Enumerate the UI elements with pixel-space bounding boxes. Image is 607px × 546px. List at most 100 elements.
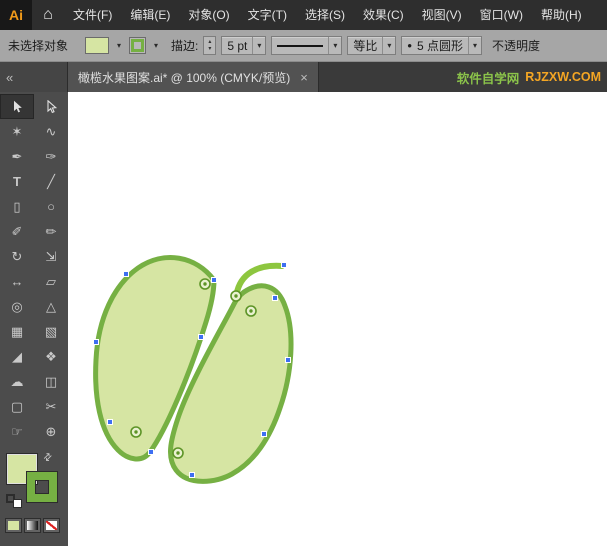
width-profile-chevron-icon[interactable]: ▾ — [382, 37, 395, 54]
anchor-dot — [134, 430, 137, 433]
promo-text: 软件自学网 RJZXW.COM — [457, 62, 607, 92]
line-segment-icon: ╱ — [47, 174, 55, 190]
anchor-point[interactable] — [286, 358, 291, 363]
type-icon: T — [13, 174, 21, 189]
menu-type[interactable]: 文字(T) — [239, 0, 296, 30]
curvature-icon: ✑ — [46, 149, 57, 165]
anchor-point[interactable] — [190, 473, 195, 478]
anchor-point[interactable] — [124, 272, 129, 277]
menu-select[interactable]: 选择(S) — [296, 0, 354, 30]
slice-tool[interactable]: ✂ — [34, 394, 68, 419]
type-tool[interactable]: T — [0, 169, 34, 194]
brush-chevron-icon[interactable]: ▾ — [468, 37, 481, 54]
free-transform-icon: ▱ — [46, 274, 56, 290]
stroke-color-swatch[interactable] — [129, 37, 146, 54]
line-segment-tool[interactable]: ╱ — [34, 169, 68, 194]
stroke-chevron-down-icon[interactable]: ▾ — [151, 41, 161, 50]
collapse-panel-icon[interactable]: « — [6, 70, 13, 85]
none-mode-button[interactable] — [43, 518, 60, 533]
rotate-tool[interactable]: ↻ — [0, 244, 34, 269]
hand-tool[interactable]: ☞ — [0, 419, 34, 444]
anchor-point[interactable] — [94, 340, 99, 345]
stepper-up-icon[interactable]: ▴ — [208, 39, 211, 46]
gradient-mode-icon — [27, 521, 38, 530]
lasso-tool[interactable]: ∿ — [34, 119, 68, 144]
selection-tool[interactable] — [0, 94, 34, 119]
anchor-point[interactable] — [262, 432, 267, 437]
menu-file[interactable]: 文件(F) — [64, 0, 121, 30]
artboard-icon: ▢ — [11, 399, 23, 415]
fill-color-swatch[interactable] — [85, 37, 109, 54]
rectangle-tool[interactable]: ▯ — [0, 194, 34, 219]
default-colors-icon[interactable] — [6, 494, 22, 508]
none-mode-icon — [46, 521, 57, 530]
free-transform-tool[interactable]: ▱ — [34, 269, 68, 294]
gradient-mode-button[interactable] — [24, 518, 41, 533]
width-profile-dropdown[interactable]: 等比 ▾ — [347, 36, 396, 55]
document-title: 橄榄水果图案.ai* @ 100% (CMYK/预览) — [78, 69, 290, 86]
blend-tool[interactable]: ❖ — [34, 344, 68, 369]
eyedropper-icon: ◢ — [12, 349, 22, 365]
home-icon[interactable]: ⌂ — [32, 6, 64, 24]
color-mode-icon — [8, 521, 19, 530]
mesh-tool[interactable]: ▦ — [0, 319, 34, 344]
stroke-width-value: 5 pt — [227, 39, 247, 53]
brush-definition-dropdown[interactable]: • 5 点圆形 ▾ — [401, 36, 482, 55]
menu-help[interactable]: 帮助(H) — [532, 0, 591, 30]
curvature-tool[interactable]: ✑ — [34, 144, 68, 169]
graph-tool[interactable]: ◫ — [34, 369, 68, 394]
canvas[interactable] — [68, 92, 607, 546]
menu-edit[interactable]: 编辑(E) — [121, 0, 179, 30]
anchor-point[interactable] — [199, 335, 204, 340]
pencil-tool[interactable]: ✏ — [34, 219, 68, 244]
tab-bar: « 橄榄水果图案.ai* @ 100% (CMYK/预览) × 软件自学网 RJ… — [0, 62, 607, 92]
illustrator-logo[interactable]: Ai — [0, 0, 32, 30]
menu-effect[interactable]: 效果(C) — [354, 0, 413, 30]
perspective-grid-tool[interactable]: △ — [34, 294, 68, 319]
symbol-sprayer-tool[interactable]: ☁ — [0, 369, 34, 394]
fill-chevron-down-icon[interactable]: ▾ — [114, 41, 124, 50]
hand-icon: ☞ — [11, 424, 23, 440]
anchor-point[interactable] — [273, 296, 278, 301]
pen-tool[interactable]: ✒ — [0, 144, 34, 169]
direct-selection-tool[interactable] — [34, 94, 68, 119]
brush-dot-icon: • — [407, 41, 412, 51]
anchor-point[interactable] — [149, 450, 154, 455]
stroke-width-field[interactable]: 5 pt ▾ — [221, 36, 266, 55]
anchor-dot — [234, 294, 237, 297]
stroke-swatch[interactable] — [27, 472, 57, 502]
slice-icon: ✂ — [46, 399, 57, 415]
stroke-width-chevron-icon[interactable]: ▾ — [252, 37, 265, 54]
eyedropper-tool[interactable]: ◢ — [0, 344, 34, 369]
lasso-icon: ∿ — [46, 124, 57, 140]
selection-arrow-icon — [10, 100, 24, 114]
shape-builder-tool[interactable]: ◎ — [0, 294, 34, 319]
stroke-style-dropdown[interactable]: ▾ — [271, 36, 342, 55]
zoom-tool[interactable]: ⊕ — [34, 419, 68, 444]
scale-tool[interactable]: ⇲ — [34, 244, 68, 269]
close-tab-icon[interactable]: × — [300, 70, 308, 85]
pencil-icon: ✏ — [46, 224, 57, 240]
stroke-label: 描边: — [171, 37, 198, 54]
stroke-style-chevron-icon[interactable]: ▾ — [328, 37, 341, 54]
stroke-width-stepper[interactable]: ▴ ▾ — [203, 36, 216, 55]
gradient-icon: ▧ — [45, 324, 57, 340]
paintbrush-tool[interactable]: ✐ — [0, 219, 34, 244]
stepper-down-icon[interactable]: ▾ — [208, 46, 211, 53]
document-tab[interactable]: 橄榄水果图案.ai* @ 100% (CMYK/预览) × — [68, 62, 319, 92]
brush-definition-value: 5 点圆形 — [417, 37, 463, 54]
anchor-dot — [176, 451, 179, 454]
magic-wand-tool[interactable]: ✶ — [0, 119, 34, 144]
color-mode-button[interactable] — [5, 518, 22, 533]
menu-window[interactable]: 窗口(W) — [471, 0, 532, 30]
menu-view[interactable]: 视图(V) — [413, 0, 471, 30]
menu-object[interactable]: 对象(O) — [179, 0, 238, 30]
anchor-point[interactable] — [282, 263, 287, 268]
width-tool[interactable]: ↔ — [0, 269, 34, 294]
swap-colors-icon[interactable]: ⇄ — [41, 451, 55, 465]
artboard-tool[interactable]: ▢ — [0, 394, 34, 419]
anchor-point[interactable] — [108, 420, 113, 425]
anchor-point[interactable] — [212, 278, 217, 283]
ellipse-tool[interactable]: ○ — [34, 194, 68, 219]
gradient-tool[interactable]: ▧ — [34, 319, 68, 344]
